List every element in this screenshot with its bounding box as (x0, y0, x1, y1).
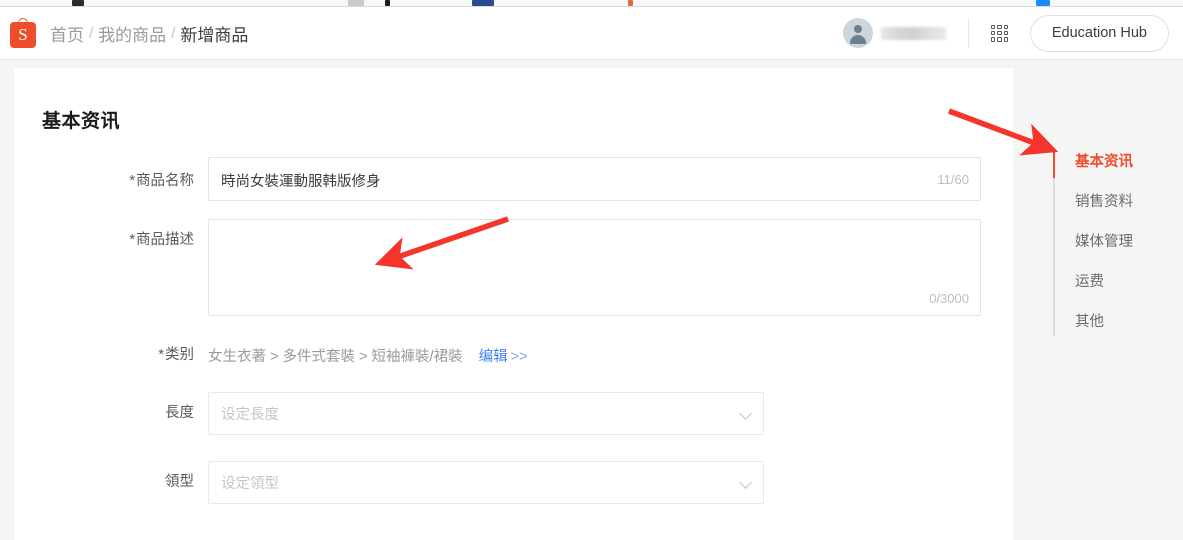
field-row-length: 長度 设定長度 (14, 392, 1013, 435)
step-track-active-segment (1053, 148, 1055, 178)
browser-chrome-sliver (0, 0, 1183, 7)
page-root: S 首页 / 我的商品 / 新增商品 Education Hub 基本资讯 *商… (0, 0, 1183, 540)
shopee-logo-letter: S (18, 25, 28, 44)
neckline-placeholder: 设定領型 (221, 476, 279, 492)
category-label: *类别 (158, 346, 194, 363)
field-row-neckline: 領型 设定領型 (14, 461, 1013, 504)
step-item-shipping-fee[interactable]: 运费 (1075, 260, 1133, 300)
product-name-value: 時尚女裝運動服韩版修身 (221, 174, 381, 190)
basic-information-card: 基本资讯 *商品名称 時尚女裝運動服韩版修身 11/60 *商品描述 0/300… (14, 68, 1013, 540)
step-item-basic-info[interactable]: 基本资讯 (1075, 140, 1133, 180)
topbar-right-group: Education Hub (842, 7, 1183, 59)
apps-grid-button[interactable] (969, 24, 1030, 42)
product-form: *商品名称 時尚女裝運動服韩版修身 11/60 *商品描述 0/3000 *类别… (14, 157, 1013, 504)
neckline-label: 領型 (165, 474, 194, 490)
shopee-logo[interactable]: S (10, 18, 40, 48)
field-row-product-description: *商品描述 0/3000 (14, 219, 1013, 316)
breadcrumb-separator: / (89, 24, 94, 42)
category-edit-link[interactable]: 编辑 >> (479, 345, 528, 366)
chevron-down-icon (739, 476, 752, 489)
field-row-category: *类别 女生衣著 > 多件式套裝 > 短袖褲裝/裙裝 编辑 >> (14, 344, 1013, 366)
step-item-others[interactable]: 其他 (1075, 300, 1133, 340)
top-navigation-bar: S 首页 / 我的商品 / 新增商品 Education Hub (0, 7, 1183, 60)
user-menu[interactable] (842, 18, 968, 48)
breadcrumb-item-home[interactable]: 首页 (50, 21, 84, 46)
category-value-group: 女生衣著 > 多件式套裝 > 短袖褲裝/裙裝 编辑 >> (208, 344, 528, 366)
product-description-counter: 0/3000 (929, 291, 969, 306)
step-item-media-management[interactable]: 媒体管理 (1075, 220, 1133, 260)
product-description-textarea[interactable]: 0/3000 (208, 219, 981, 316)
username-redacted (880, 26, 946, 40)
required-asterisk: * (129, 173, 135, 189)
category-path: 女生衣著 > 多件式套裝 > 短袖褲裝/裙裝 (208, 349, 463, 365)
field-row-product-name: *商品名称 時尚女裝運動服韩版修身 11/60 (14, 157, 1013, 201)
product-description-label: *商品描述 (129, 232, 194, 248)
user-avatar-icon (842, 18, 873, 48)
product-name-counter: 11/60 (937, 172, 969, 187)
length-label: 長度 (165, 405, 194, 421)
required-asterisk: * (158, 346, 164, 363)
product-name-label: *商品名称 (129, 173, 194, 189)
breadcrumb-item-my-products[interactable]: 我的商品 (98, 21, 166, 46)
education-hub-button[interactable]: Education Hub (1029, 14, 1169, 52)
chevron-down-icon (739, 407, 752, 420)
step-list: 基本资讯 销售资料 媒体管理 运费 其他 (1075, 140, 1133, 340)
page-title: 基本资讯 (42, 111, 121, 132)
required-asterisk: * (129, 232, 135, 248)
breadcrumb-separator: / (171, 24, 176, 42)
double-chevron-right-icon: >> (510, 349, 528, 365)
apps-grid-icon (990, 24, 1008, 42)
product-name-input[interactable]: 時尚女裝運動服韩版修身 11/60 (208, 157, 981, 201)
length-select[interactable]: 设定長度 (208, 392, 764, 435)
step-item-sales-info[interactable]: 销售资料 (1075, 180, 1133, 220)
breadcrumb-item-add-product: 新增商品 (180, 25, 249, 45)
length-placeholder: 设定長度 (221, 407, 279, 423)
breadcrumb: 首页 / 我的商品 / 新增商品 (50, 21, 248, 46)
neckline-select[interactable]: 设定領型 (208, 461, 764, 504)
step-navigation: 基本资讯 销售资料 媒体管理 运费 其他 (1053, 140, 1183, 360)
